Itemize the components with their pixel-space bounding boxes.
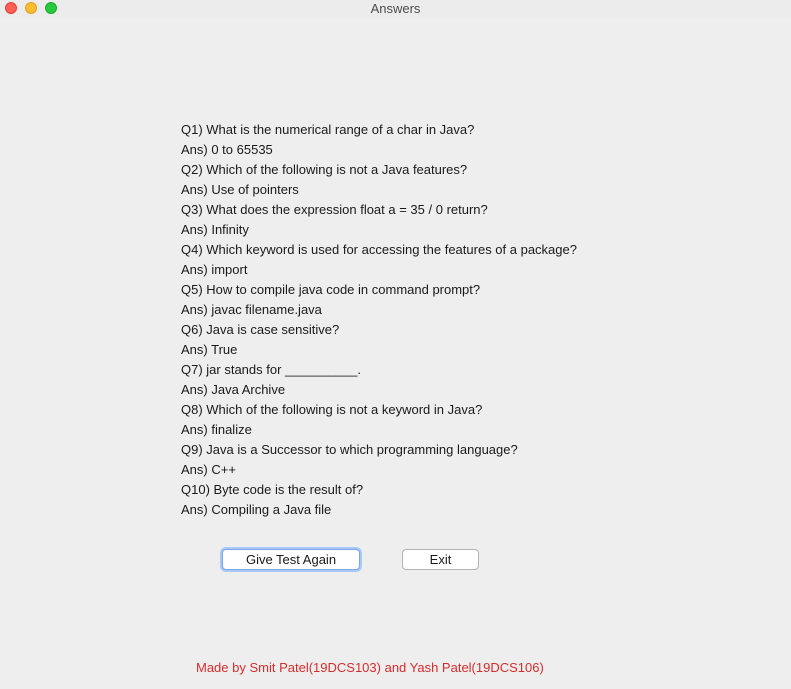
answer-6: Ans) True [181, 342, 238, 357]
answer-4: Ans) import [181, 262, 248, 277]
question-2: Q2) Which of the following is not a Java… [181, 162, 468, 177]
answer-8: Ans) finalize [181, 422, 252, 437]
question-4: Q4) Which keyword is used for accessing … [181, 242, 577, 257]
answer-10: Ans) Compiling a Java file [181, 502, 332, 517]
question-8: Q8) Which of the following is not a keyw… [181, 402, 483, 417]
title-bar: Answers [0, 0, 791, 17]
window-title: Answers [370, 1, 421, 16]
give-test-again-button[interactable]: Give Test Again [222, 549, 360, 570]
question-3: Q3) What does the expression float a = 3… [181, 202, 488, 217]
question-1: Q1) What is the numerical range of a cha… [181, 122, 475, 137]
answers-panel: Q1) What is the numerical range of a cha… [0, 17, 791, 689]
answers-list: Q1) What is the numerical range of a cha… [181, 120, 577, 520]
question-9: Q9) Java is a Successor to which program… [181, 442, 518, 457]
answer-7: Ans) Java Archive [181, 382, 286, 397]
answer-3: Ans) Infinity [181, 222, 249, 237]
answer-9: Ans) C++ [181, 462, 236, 477]
credits-label: Made by Smit Patel(19DCS103) and Yash Pa… [196, 660, 544, 675]
exit-button[interactable]: Exit [402, 549, 479, 570]
answer-1: Ans) 0 to 65535 [181, 142, 273, 157]
answer-5: Ans) javac filename.java [181, 302, 322, 317]
answer-2: Ans) Use of pointers [181, 182, 299, 197]
question-5: Q5) How to compile java code in command … [181, 282, 481, 297]
question-7: Q7) jar stands for __________. [181, 362, 361, 377]
question-10: Q10) Byte code is the result of? [181, 482, 364, 497]
question-6: Q6) Java is case sensitive? [181, 322, 340, 337]
